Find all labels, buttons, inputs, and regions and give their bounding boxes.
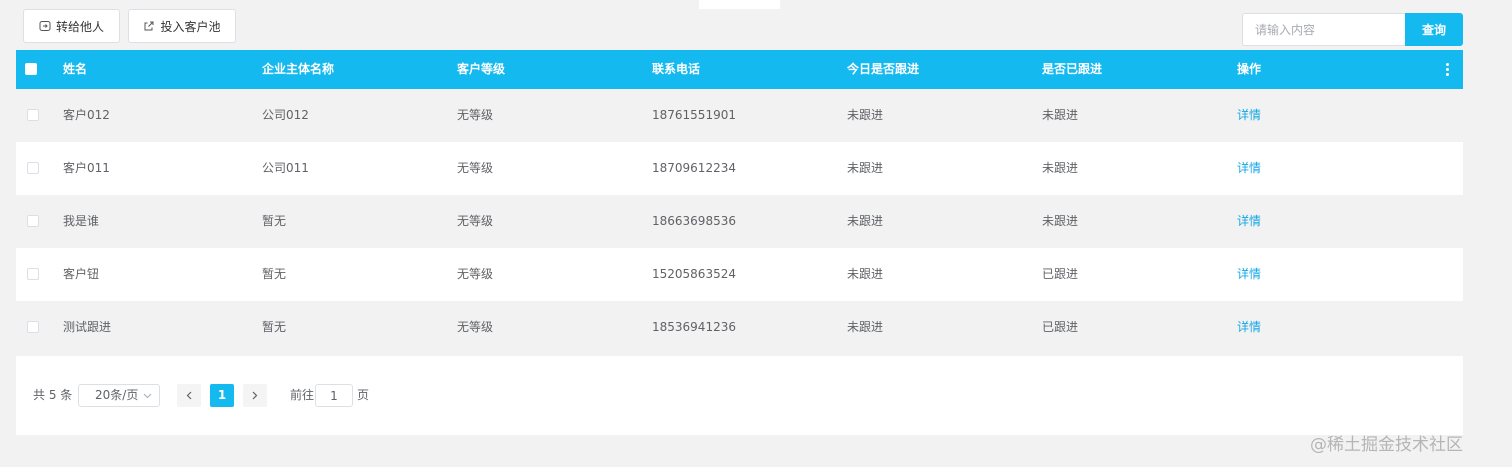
table-row: 客户012 公司012 无等级 18761551901 未跟进 未跟进 详情 xyxy=(16,89,1463,142)
cell-company: 暂无 xyxy=(262,267,287,281)
cell-phone: 18709612234 xyxy=(652,161,736,175)
cell-company: 公司012 xyxy=(262,108,309,122)
cell-followed: 未跟进 xyxy=(1042,214,1079,228)
pagination: 共 5 条 20条/页 1 前往 页 xyxy=(16,356,1463,435)
row-checkbox[interactable] xyxy=(27,162,39,174)
row-checkbox[interactable] xyxy=(27,268,39,280)
cell-phone: 18663698536 xyxy=(652,214,736,228)
transfer-to-others-button[interactable]: 转给他人 xyxy=(23,9,120,43)
goto-suffix: 页 xyxy=(357,388,370,402)
cell-name: 客户012 xyxy=(63,108,110,122)
chevron-left-icon xyxy=(186,389,192,403)
more-vertical-icon[interactable] xyxy=(1441,61,1453,78)
page-size-select[interactable]: 20条/页 xyxy=(78,384,160,407)
cell-followed: 已跟进 xyxy=(1042,267,1079,281)
cell-today-followup: 未跟进 xyxy=(847,267,884,281)
cell-company: 暂无 xyxy=(262,320,287,334)
row-checkbox[interactable] xyxy=(27,109,39,121)
prev-page-button[interactable] xyxy=(177,384,201,407)
row-checkbox[interactable] xyxy=(27,321,39,333)
chevron-down-icon xyxy=(143,385,153,406)
search-button[interactable]: 查询 xyxy=(1405,13,1463,46)
cell-followed: 已跟进 xyxy=(1042,320,1079,334)
select-all-checkbox[interactable] xyxy=(25,63,37,75)
cell-today-followup: 未跟进 xyxy=(847,161,884,175)
detail-link[interactable]: 详情 xyxy=(1237,248,1261,301)
cell-today-followup: 未跟进 xyxy=(847,214,884,228)
header-level: 客户等级 xyxy=(457,62,506,76)
top-tab-indicator xyxy=(699,0,780,9)
cell-name: 客户钮 xyxy=(63,267,100,281)
total-count: 共 5 条 xyxy=(33,388,73,402)
cell-followed: 未跟进 xyxy=(1042,161,1079,175)
cell-today-followup: 未跟进 xyxy=(847,108,884,122)
header-followed: 是否已跟进 xyxy=(1042,62,1103,76)
chevron-right-icon xyxy=(252,389,258,403)
table-header: 姓名 企业主体名称 客户等级 联系电话 今日是否跟进 是否已跟进 操作 xyxy=(16,50,1463,89)
cell-company: 暂无 xyxy=(262,214,287,228)
table-row: 客户011 公司011 无等级 18709612234 未跟进 未跟进 详情 xyxy=(16,142,1463,195)
cell-followed: 未跟进 xyxy=(1042,108,1079,122)
cell-company: 公司011 xyxy=(262,161,309,175)
header-today-followup: 今日是否跟进 xyxy=(847,62,920,76)
detail-link[interactable]: 详情 xyxy=(1237,89,1261,142)
move-to-pool-button[interactable]: 投入客户池 xyxy=(128,9,236,43)
page-number-current[interactable]: 1 xyxy=(210,384,234,407)
cell-level: 无等级 xyxy=(457,214,494,228)
cell-level: 无等级 xyxy=(457,161,494,175)
cell-phone: 15205863524 xyxy=(652,267,736,281)
next-page-button[interactable] xyxy=(243,384,267,407)
goto-page-input[interactable] xyxy=(315,384,353,407)
cell-today-followup: 未跟进 xyxy=(847,320,884,334)
detail-link[interactable]: 详情 xyxy=(1237,142,1261,195)
cell-name: 客户011 xyxy=(63,161,110,175)
header-operation: 操作 xyxy=(1237,62,1262,76)
search-input[interactable] xyxy=(1242,13,1406,46)
cell-name: 测试跟进 xyxy=(63,320,112,334)
goto-label: 前往 xyxy=(290,388,315,402)
row-checkbox[interactable] xyxy=(27,215,39,227)
customer-table: 姓名 企业主体名称 客户等级 联系电话 今日是否跟进 是否已跟进 操作 客户01… xyxy=(16,50,1463,354)
cell-phone: 18536941236 xyxy=(652,320,736,334)
table-row: 测试跟进 暂无 无等级 18536941236 未跟进 已跟进 详情 xyxy=(16,301,1463,354)
header-company: 企业主体名称 xyxy=(262,62,335,76)
cell-phone: 18761551901 xyxy=(652,108,736,122)
watermark: @稀土掘金技术社区 xyxy=(1310,435,1463,455)
cell-level: 无等级 xyxy=(457,108,494,122)
cell-level: 无等级 xyxy=(457,320,494,334)
transfer-icon xyxy=(39,20,51,32)
share-icon xyxy=(143,20,155,32)
pool-button-label: 投入客户池 xyxy=(160,19,221,34)
header-phone: 联系电话 xyxy=(652,62,701,76)
table-row: 我是谁 暂无 无等级 18663698536 未跟进 未跟进 详情 xyxy=(16,195,1463,248)
transfer-button-label: 转给他人 xyxy=(55,19,104,34)
detail-link[interactable]: 详情 xyxy=(1237,195,1261,248)
cell-name: 我是谁 xyxy=(63,214,100,228)
detail-link[interactable]: 详情 xyxy=(1237,301,1261,354)
cell-level: 无等级 xyxy=(457,267,494,281)
header-name: 姓名 xyxy=(63,62,88,76)
table-row: 客户钮 暂无 无等级 15205863524 未跟进 已跟进 详情 xyxy=(16,248,1463,301)
page-size-value: 20条/页 xyxy=(95,388,139,402)
